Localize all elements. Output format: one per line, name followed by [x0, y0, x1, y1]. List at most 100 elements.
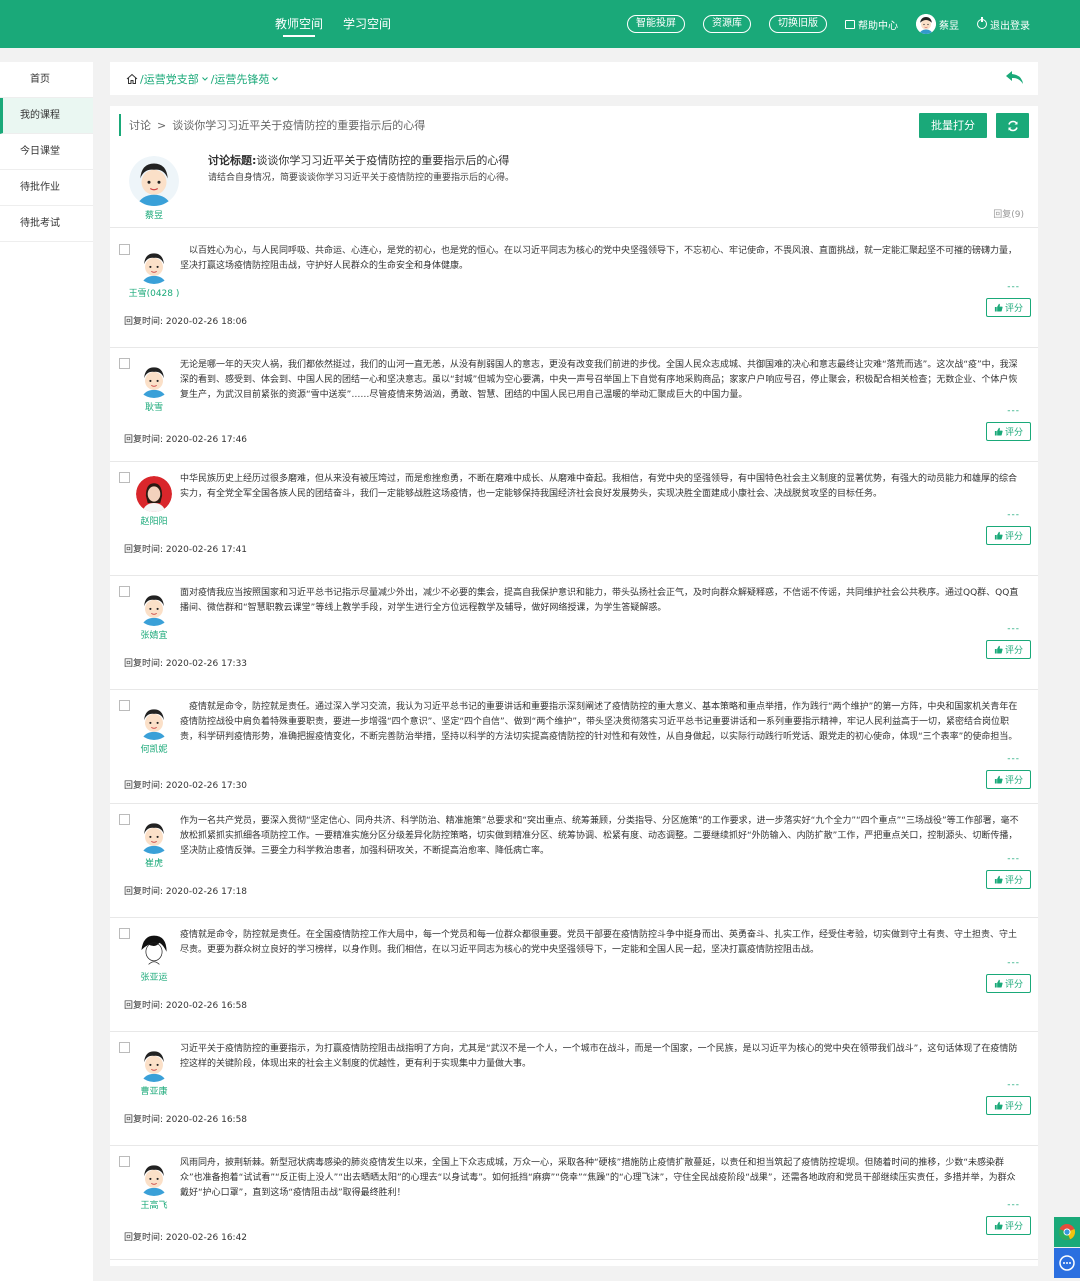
author-name: 蔡昱: [144, 211, 163, 221]
rate-label: 评分: [1004, 980, 1023, 990]
reply-time-value: 2020-02-26 17:46: [165, 435, 248, 445]
reply-content: 面对疫情我应当按照国家和习近平总书记指示尽量减少外出，减少不必要的集会，提高自我…: [180, 588, 1019, 613]
sidebar-item-pending-homework[interactable]: 待批作业: [0, 170, 93, 206]
logout-button[interactable]: 退出登录: [977, 17, 1030, 32]
reply-time-value: 2020-02-26 17:41: [165, 545, 248, 555]
chevron-down-icon[interactable]: [201, 75, 209, 83]
reply-time-label: 回复时间:: [124, 545, 164, 555]
rate-button[interactable]: 评分: [986, 770, 1031, 789]
browser-shortcut-button[interactable]: [1054, 1217, 1080, 1247]
discussion-topic: 蔡昱 讨论标题:谈谈你学习习近平关于疫情防控的重要指示后的心得 请结合自身情况，…: [110, 146, 1038, 228]
refresh-button[interactable]: [996, 113, 1029, 138]
reply-divider-marker: ---: [1007, 1080, 1020, 1090]
reply-author-name: 赵阳阳: [140, 517, 168, 527]
reply-item: 张亚运 疫情就是命令，防控就是责任。在全国疫情防控工作大局中，每一个党员和每一位群…: [110, 918, 1038, 1032]
reply-time-value: 2020-02-26 16:58: [165, 1115, 248, 1125]
rate-button[interactable]: 评分: [986, 640, 1031, 659]
sidebar-item-my-courses[interactable]: 我的课程: [0, 98, 93, 134]
switch-old-version-button[interactable]: 切换旧版: [769, 15, 827, 33]
thumbs-up-icon: [994, 1221, 1003, 1230]
reply-time: 回复时间: 2020-02-26 17:41: [124, 542, 247, 555]
tab-teacher-space[interactable]: 教师空间: [275, 0, 323, 48]
avatar: [136, 248, 172, 284]
reply-author: 曹亚康: [126, 1046, 182, 1097]
reply-divider-marker: ---: [1007, 624, 1020, 634]
reply-time-label: 回复时间:: [124, 435, 164, 445]
reply-divider-marker: ---: [1007, 854, 1020, 864]
topic-title-label: 讨论标题:: [208, 154, 257, 167]
reply-divider-marker: ---: [1007, 754, 1020, 764]
sidebar-item-today-class[interactable]: 今日课堂: [0, 134, 93, 170]
resource-library-button[interactable]: 资源库: [703, 15, 751, 33]
logout-label: 退出登录: [990, 20, 1030, 32]
reply-author-name: 崔虎: [144, 859, 163, 869]
chevron-down-icon[interactable]: [271, 75, 279, 83]
discussion-title-bar: 讨论 > 谈谈你学习习近平关于疫情防控的重要指示后的心得: [119, 114, 425, 136]
rate-label: 评分: [1004, 1102, 1023, 1112]
reply-content: 中华民族历史上经历过很多磨难，但从来没有被压垮过，而是愈挫愈勇，不断在磨难中成长…: [180, 474, 1018, 499]
avatar: [136, 476, 172, 512]
smart-screen-button[interactable]: 智能投屏: [627, 15, 685, 33]
reply-author-name: 张亚运: [140, 973, 168, 983]
title-separator: >: [157, 118, 167, 132]
reply-item: 王高飞 风雨同舟，披荆斩棘。新型冠状病毒感染的肺炎疫情发生以来，全国上下众志成城，…: [110, 1146, 1038, 1260]
reply-author: 耿雪: [126, 362, 182, 413]
reply-content: 疫情就是命令，防控就是责任。通过深入学习交流，我认为习近平总书记的重要讲话和重要…: [180, 702, 1018, 742]
rate-button[interactable]: 评分: [986, 526, 1031, 545]
rate-button[interactable]: 评分: [986, 870, 1031, 889]
batch-score-button[interactable]: 批量打分: [919, 113, 987, 138]
thumbs-up-icon: [994, 979, 1003, 988]
rate-label: 评分: [1004, 776, 1023, 786]
help-center-label: 帮助中心: [858, 20, 898, 32]
sidebar-item-pending-exams[interactable]: 待批考试: [0, 206, 93, 242]
help-center-link[interactable]: 帮助中心: [845, 17, 898, 32]
chat-icon: [1059, 1255, 1075, 1271]
user-avatar: [916, 14, 936, 34]
reply-time-label: 回复时间:: [124, 659, 164, 669]
reply-time: 回复时间: 2020-02-26 16:58: [124, 998, 247, 1011]
rate-button[interactable]: 评分: [986, 1216, 1031, 1235]
sidebar-item-home[interactable]: 首页: [0, 62, 93, 98]
rate-button[interactable]: 评分: [986, 422, 1031, 441]
breadcrumb-party-branch[interactable]: /运营党支部: [140, 71, 199, 87]
reply-author-name: 何凯妮: [140, 745, 168, 755]
power-icon: [977, 17, 987, 29]
chrome-icon: [1058, 1224, 1076, 1240]
reply-author: 何凯妮: [126, 704, 182, 755]
user-menu[interactable]: 蔡昱: [916, 14, 959, 34]
reply-author-name: 耿雪: [144, 403, 163, 413]
top-toolbar: 智能投屏 资源库 切换旧版 帮助中心 蔡昱 退出登录: [627, 0, 1030, 48]
back-arrow-icon[interactable]: [1004, 68, 1026, 88]
reply-time-label: 回复时间:: [124, 887, 164, 897]
breadcrumb-pioneer-garden[interactable]: /运营先锋苑: [211, 71, 270, 87]
breadcrumb-bar: /运营党支部 /运营先锋苑: [110, 62, 1038, 95]
rate-label: 评分: [1004, 304, 1023, 314]
reply-time-label: 回复时间:: [124, 1001, 164, 1011]
reply-author: 张婧宜: [126, 590, 182, 641]
rate-button[interactable]: 评分: [986, 1096, 1031, 1115]
chat-support-button[interactable]: [1054, 1248, 1080, 1278]
home-icon[interactable]: [126, 73, 138, 85]
reply-content: 习近平关于疫情防控的重要指示，为打赢疫情防控阻击战指明了方向，尤其是“武汉不是一…: [180, 1044, 1018, 1069]
reply-item: 赵阳阳 中华民族历史上经历过很多磨难，但从来没有被压垮过，而是愈挫愈勇，不断在磨难…: [110, 462, 1038, 576]
reply-count: 回复(9): [993, 210, 1024, 220]
rate-label: 评分: [1004, 646, 1023, 656]
discussion-panel: 讨论 > 谈谈你学习习近平关于疫情防控的重要指示后的心得 批量打分 蔡昱 讨论标…: [110, 106, 1038, 1266]
avatar: [136, 1160, 172, 1196]
reply-divider-marker: ---: [1007, 510, 1020, 520]
reply-item: 耿雪 无论是哪一年的天灾人祸，我们都依然挺过，我们的山河一直无恙，从没有削弱国人的…: [110, 348, 1038, 462]
reply-item: 王雪(0428 ) 以百姓心为心，与人民同呼吸、共命运、心连心，是党的初心，也是…: [110, 234, 1038, 348]
reply-item: 何凯妮 疫情就是命令，防控就是责任。通过深入学习交流，我认为习近平总书记的重要讲…: [110, 690, 1038, 804]
reply-author-name: 曹亚康: [140, 1087, 168, 1097]
reply-author: 张亚运: [126, 932, 182, 983]
thumbs-up-icon: [994, 875, 1003, 884]
reply-author: 赵阳阳: [126, 476, 182, 527]
reply-time: 回复时间: 2020-02-26 16:58: [124, 1112, 247, 1125]
thumbs-up-icon: [994, 531, 1003, 540]
rate-button[interactable]: 评分: [986, 298, 1031, 317]
rate-button[interactable]: 评分: [986, 974, 1031, 993]
reply-author: 崔虎: [126, 818, 182, 869]
reply-item: 曹亚康 习近平关于疫情防控的重要指示，为打赢疫情防控阻击战指明了方向，尤其是“武汉…: [110, 1032, 1038, 1146]
tab-learning-space[interactable]: 学习空间: [343, 0, 391, 48]
avatar: [136, 1046, 172, 1082]
